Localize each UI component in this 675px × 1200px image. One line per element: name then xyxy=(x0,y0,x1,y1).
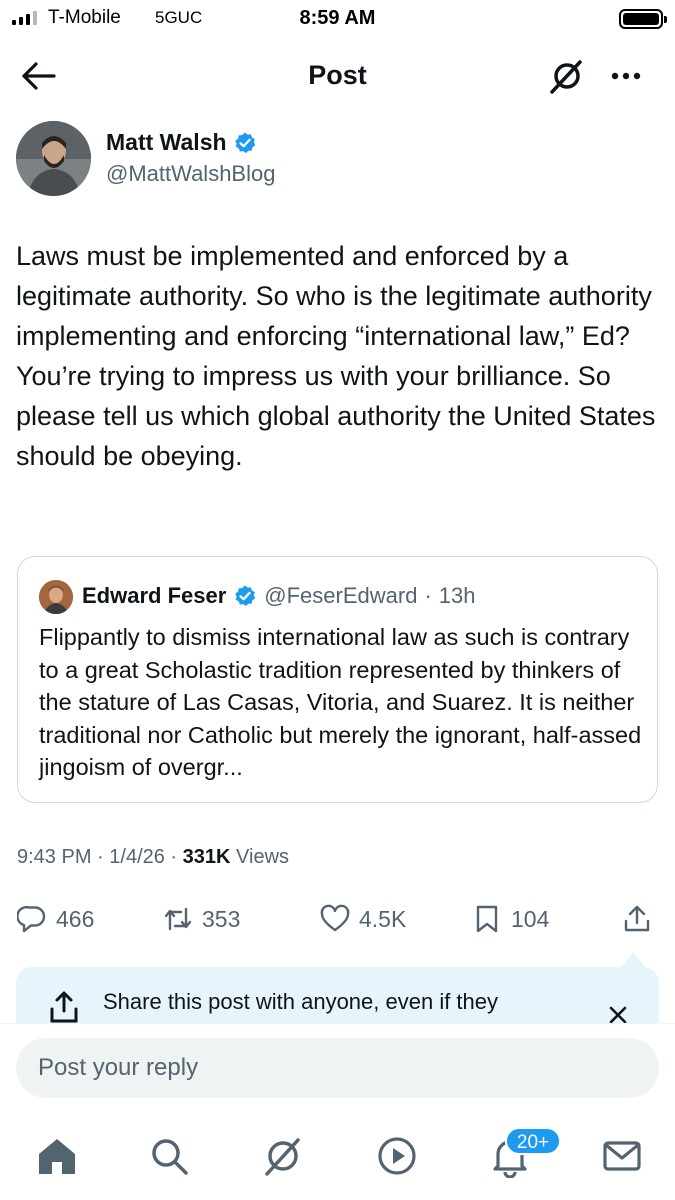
battery-icon xyxy=(619,9,667,29)
video-icon xyxy=(378,1137,416,1175)
reply-composer[interactable] xyxy=(16,1038,659,1098)
bookmark-count: 104 xyxy=(511,905,550,932)
like-button[interactable]: 4.5K xyxy=(320,898,406,940)
nav-video[interactable] xyxy=(375,1134,419,1178)
close-icon[interactable] xyxy=(606,1003,630,1023)
search-icon xyxy=(152,1139,188,1175)
messages-icon xyxy=(603,1141,641,1171)
notifications-badge: 20+ xyxy=(505,1127,561,1155)
post-date: 1/4/26 xyxy=(109,846,165,868)
repost-count: 353 xyxy=(202,905,241,932)
more-icon xyxy=(611,72,641,80)
quoted-author-name: Edward Feser xyxy=(82,583,227,608)
status-time: 8:59 AM xyxy=(299,7,376,29)
share-banner: Share this post with anyone, even if the… xyxy=(16,967,659,1023)
nav-home[interactable] xyxy=(35,1134,79,1178)
quoted-post-header: Edward Feser @FeserEdward · 13h xyxy=(82,583,476,609)
share-icon xyxy=(624,905,650,932)
post-text: Laws must be implemented and enforced by… xyxy=(16,241,656,471)
quoted-post-text: Flippantly to dismiss international law … xyxy=(39,624,642,780)
reply-icon xyxy=(17,905,46,933)
home-icon xyxy=(39,1139,75,1174)
divider xyxy=(0,1023,675,1024)
like-count: 4.5K xyxy=(359,905,407,932)
quoted-post-time: 13h xyxy=(438,583,476,608)
views-count: 331K xyxy=(182,846,231,868)
nav-search[interactable] xyxy=(147,1134,191,1178)
author-name[interactable]: Matt Walsh xyxy=(106,129,227,156)
author-avatar[interactable] xyxy=(16,121,91,196)
author-handle[interactable]: @MattWalshBlog xyxy=(106,161,275,187)
share-upload-icon xyxy=(50,991,78,1023)
share-banner-pointer xyxy=(620,952,646,968)
post-timestamp: 9:43 PM xyxy=(17,846,92,868)
quoted-author-handle: @FeserEdward xyxy=(264,583,418,608)
grok-button[interactable] xyxy=(547,56,587,96)
nav-messages[interactable] xyxy=(600,1134,644,1178)
status-bar: T-Mobile 5GUC 8:59 AM xyxy=(0,0,675,40)
post-meta: 9:43 PM · 1/4/26 · 331K Views xyxy=(17,846,290,868)
nav-grok[interactable] xyxy=(261,1134,305,1178)
share-banner-text: Share this post with anyone, even if the… xyxy=(103,989,499,1014)
repost-button[interactable]: 353 xyxy=(163,898,240,940)
grok-icon xyxy=(265,1138,300,1176)
more-button[interactable] xyxy=(606,58,646,94)
heart-icon xyxy=(320,904,350,932)
quoted-post-card[interactable]: Edward Feser @FeserEdward · 13h Flippant… xyxy=(17,556,658,803)
verified-badge-icon xyxy=(234,132,255,153)
separator-dot: · xyxy=(424,583,432,608)
verified-badge-icon xyxy=(235,585,256,606)
post-header: Post xyxy=(0,48,675,104)
reply-count: 466 xyxy=(56,905,95,932)
reply-input[interactable] xyxy=(38,1038,638,1098)
bookmark-button[interactable]: 104 xyxy=(472,898,549,940)
repost-icon xyxy=(164,907,192,931)
author-name-row: Matt Walsh xyxy=(106,129,257,156)
grok-icon xyxy=(550,60,582,94)
quoted-author-avatar xyxy=(39,580,73,614)
views-label: Views xyxy=(236,846,290,868)
bookmark-icon xyxy=(476,905,498,933)
reply-button[interactable]: 466 xyxy=(17,898,94,940)
share-button[interactable] xyxy=(622,898,652,940)
